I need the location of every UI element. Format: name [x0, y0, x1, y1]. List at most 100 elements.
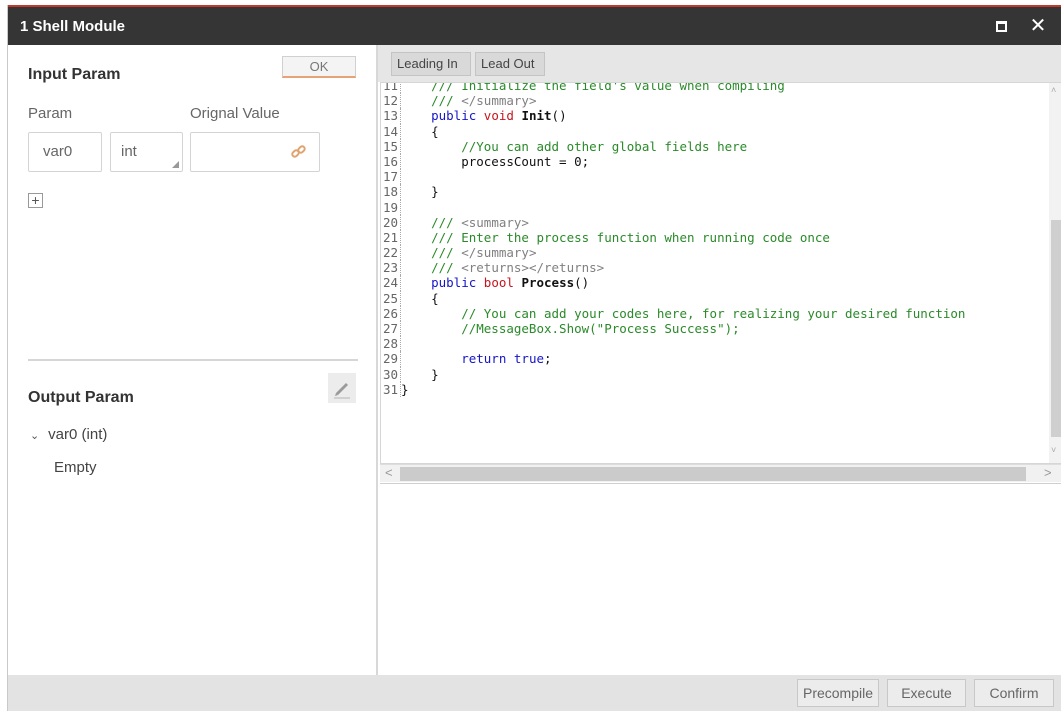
precompile-button[interactable]: Precompile	[797, 679, 879, 707]
code-token: </summary>	[461, 93, 537, 109]
code-token: ///	[401, 260, 462, 276]
line-number: 20	[383, 214, 401, 230]
line-number: 22	[383, 245, 401, 261]
shell-module-dialog: 1 Shell Module ✕ Input Param OK Param Or…	[7, 5, 1061, 711]
vertical-scrollbar[interactable]: ˄ ˅	[1049, 83, 1061, 463]
output-area	[380, 483, 1061, 675]
line-number: 21	[383, 229, 401, 246]
code-token: processCount = 0;	[401, 153, 590, 169]
code-token: </summary>	[461, 245, 537, 261]
output-tree-item[interactable]: ⌄ var0 (int)	[30, 426, 107, 443]
input-param-title: Input Param	[28, 66, 121, 83]
code-token: {	[401, 290, 439, 306]
code-lines: 11 /// Initialize the field's value when…	[383, 82, 1049, 397]
line-number: 16	[383, 153, 401, 170]
code-line: 18 }	[383, 184, 1049, 200]
line-number: 30	[383, 366, 401, 382]
code-token: <summary>	[461, 214, 529, 230]
code-token: ///	[401, 93, 462, 109]
code-line: 25 {	[383, 290, 1049, 306]
code-line: 30 }	[383, 366, 1049, 382]
code-line: 22 /// </summary>	[383, 245, 1049, 261]
code-line: 24 public bool Process()	[383, 275, 1049, 291]
code-token: void	[483, 108, 522, 124]
horizontal-scrollbar[interactable]: < >	[380, 464, 1061, 482]
line-number: 13	[383, 108, 401, 124]
code-line: 15 //You can add other global fields her…	[383, 138, 1049, 154]
code-token: bool	[483, 275, 522, 291]
output-var-value: Empty	[54, 459, 97, 476]
code-token: {	[401, 123, 439, 139]
link-icon[interactable]	[289, 142, 309, 162]
code-token: Init	[521, 108, 552, 124]
code-editor[interactable]: 11 /// Initialize the field's value when…	[380, 82, 1061, 464]
code-line: 23 /// <returns></returns>	[383, 260, 1049, 276]
code-line: 20 /// <summary>	[383, 214, 1049, 230]
output-var-label: var0 (int)	[48, 426, 108, 443]
leading-in-button[interactable]: Leading In	[391, 52, 471, 76]
code-token: //MessageBox.Show("Process Success");	[401, 321, 740, 336]
code-line: 27 //MessageBox.Show("Process Success");	[383, 321, 1049, 337]
line-number: 12	[383, 93, 401, 109]
output-param-title: Output Param	[28, 389, 134, 406]
line-number: 29	[383, 351, 401, 367]
original-value-input[interactable]	[190, 132, 320, 172]
code-token: <returns></returns>	[461, 260, 605, 276]
edit-output-button[interactable]	[328, 373, 356, 403]
window-title: 1 Shell Module	[20, 18, 126, 35]
param-name-input[interactable]: var0	[28, 132, 102, 172]
code-token: }	[401, 366, 439, 382]
param-panel: Input Param OK Param Orignal Value var0 …	[8, 45, 378, 675]
code-line: 13 public void Init()	[383, 108, 1049, 124]
line-number: 26	[383, 305, 401, 322]
confirm-button[interactable]: Confirm	[974, 679, 1054, 707]
maximize-icon[interactable]	[991, 16, 1011, 36]
add-param-button[interactable]: +	[28, 193, 43, 208]
scroll-down-icon[interactable]: ˅	[1051, 445, 1056, 455]
ok-button[interactable]: OK	[282, 56, 356, 78]
dropdown-corner-icon	[172, 161, 179, 168]
code-token: // You can add your codes here, for real…	[401, 305, 966, 321]
close-icon[interactable]: ✕	[1028, 16, 1048, 36]
horizontal-scroll-thumb[interactable]	[400, 467, 1026, 481]
lead-out-button[interactable]: Lead Out	[475, 52, 545, 76]
code-token: ()	[574, 275, 590, 291]
param-type-select[interactable]: int	[110, 132, 183, 172]
scroll-right-icon[interactable]: >	[1044, 465, 1052, 480]
code-token: /// Enter the process function when runn…	[401, 229, 830, 245]
line-number: 18	[383, 184, 401, 200]
code-line: 14 {	[383, 123, 1049, 139]
pencil-icon	[334, 383, 350, 399]
line-number: 23	[383, 260, 401, 276]
line-number: 17	[383, 169, 401, 185]
execute-button[interactable]: Execute	[887, 679, 966, 707]
code-line: 29 return true;	[383, 351, 1049, 367]
line-number: 11	[383, 83, 401, 94]
title-bar: 1 Shell Module ✕	[8, 5, 1061, 45]
line-number: 27	[383, 321, 401, 337]
code-line: 28	[383, 336, 1049, 352]
code-line: 12 /// </summary>	[383, 93, 1049, 109]
scroll-up-icon[interactable]: ˄	[1051, 85, 1056, 95]
code-line: 31}	[383, 381, 1049, 397]
code-line: 16 processCount = 0;	[383, 153, 1049, 170]
code-token: ;	[544, 351, 552, 367]
code-token: Process	[521, 275, 575, 291]
code-line: 19	[383, 199, 1049, 215]
code-token: /// Initialize the field's value when co…	[401, 82, 785, 93]
chevron-down-icon[interactable]: ⌄	[30, 429, 44, 442]
line-number: 28	[383, 336, 401, 352]
code-token: public	[401, 275, 484, 291]
param-column-label: Param	[28, 105, 73, 122]
vertical-scroll-thumb[interactable]	[1051, 220, 1061, 437]
code-line: 26 // You can add your codes here, for r…	[383, 305, 1049, 322]
code-token: return	[401, 351, 514, 367]
line-number: 19	[383, 199, 401, 215]
scroll-left-icon[interactable]: <	[385, 465, 393, 480]
code-line: 11 /// Initialize the field's value when…	[383, 82, 1049, 94]
code-token: }	[401, 184, 439, 200]
code-token: ///	[401, 245, 462, 261]
line-number: 14	[383, 123, 401, 139]
code-token: ()	[551, 108, 567, 124]
param-type-value: int	[121, 143, 137, 160]
